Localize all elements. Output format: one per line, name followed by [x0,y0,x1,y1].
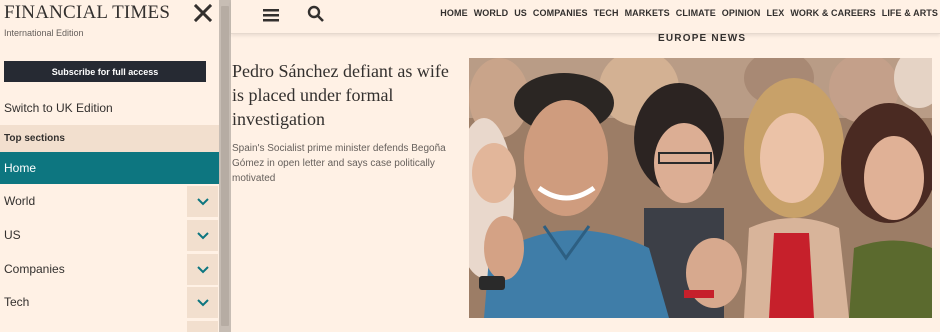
article-headline[interactable]: Pedro Sánchez defiant as wife is placed … [232,59,457,131]
menu-icon[interactable] [261,5,281,25]
topnav-opinion[interactable]: OPINION [722,8,761,18]
article-hero-image[interactable] [469,58,932,318]
close-icon[interactable] [191,1,215,25]
top-navigation-bar: HOME WORLD US COMPANIES TECH MARKETS CLI… [231,0,940,34]
topnav-us[interactable]: US [514,8,527,18]
chevron-down-icon [196,265,209,273]
sidebar-item-label: World [4,194,36,208]
topnav-markets[interactable]: MARKETS [625,8,670,18]
sidebar-item-companies[interactable]: Companies [0,253,219,285]
search-icon[interactable] [306,4,326,24]
sidebar-item-label: Companies [4,262,65,276]
section-header: Top sections [0,125,219,152]
section-kicker[interactable]: EUROPE NEWS [658,33,746,44]
topnav-lex[interactable]: LEX [767,8,785,18]
sidebar-item-us[interactable]: US [0,219,219,251]
topnav-home[interactable]: HOME [440,8,467,18]
sidebar-scrollbar-thumb[interactable] [221,6,229,326]
topnav-climate[interactable]: CLIMATE [676,8,716,18]
switch-edition-link[interactable]: Switch to UK Edition [4,101,113,115]
edition-label: International Edition [4,28,84,38]
sidebar-drawer: FINANCIAL TIMES International Edition Su… [0,0,219,332]
chevron-down-icon [196,197,209,205]
expand-world-button[interactable] [187,186,218,217]
topnav-companies[interactable]: COMPANIES [533,8,588,18]
sidebar-item-label: Tech [4,295,30,309]
topnav-life-arts[interactable]: LIFE & ARTS [882,8,938,18]
chevron-down-icon [196,298,209,306]
sidebar-item-home[interactable]: Home [0,152,219,184]
sidebar-item-world[interactable]: World [0,185,219,217]
topnav-work-careers[interactable]: WORK & CAREERS [790,8,875,18]
expand-tech-button[interactable] [187,287,218,318]
topnav-tech[interactable]: TECH [594,8,619,18]
sidebar-next-item-partial[interactable] [187,321,218,332]
chevron-down-icon [196,231,209,239]
brand-logo[interactable]: FINANCIAL TIMES [4,2,170,24]
top-nav-links: HOME WORLD US COMPANIES TECH MARKETS CLI… [440,8,938,18]
article-standfirst: Spain's Socialist prime minister defends… [232,143,446,184]
expand-us-button[interactable] [187,220,218,251]
sidebar-item-tech[interactable]: Tech [0,286,219,318]
expand-companies-button[interactable] [187,254,218,285]
subscribe-button[interactable]: Subscribe for full access [4,61,206,82]
sidebar-item-label: US [4,228,21,242]
sidebar-item-label: Home [4,161,37,175]
topnav-world[interactable]: WORLD [474,8,509,18]
